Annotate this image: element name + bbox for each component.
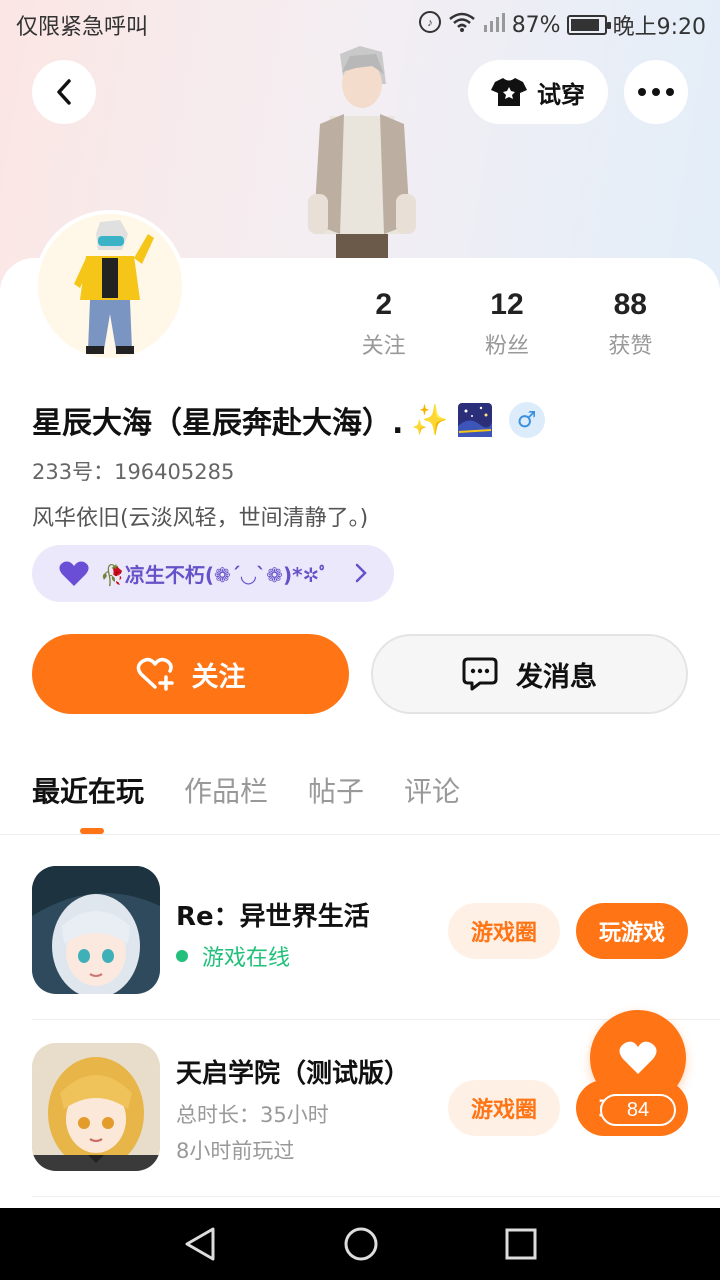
play-game-button[interactable]: 玩游戏 <box>576 903 688 959</box>
game-total-time: 总时长：35小时 <box>176 1103 329 1127</box>
online-dot-icon <box>176 950 188 962</box>
purple-heart-icon <box>59 561 89 586</box>
online-status-text: 游戏在线 <box>202 946 291 971</box>
tab-comments[interactable]: 评论 <box>404 770 460 810</box>
follow-label: 关注 <box>191 661 246 693</box>
stat-followers[interactable]: 12 粉丝 <box>445 288 568 360</box>
try-on-label: 试穿 <box>537 80 585 109</box>
divider <box>0 834 720 835</box>
more-dots-icon <box>638 88 674 96</box>
nav-back-icon[interactable] <box>183 1226 217 1262</box>
battery-icon <box>566 15 611 35</box>
game-circle-button[interactable]: 游戏圈 <box>448 1080 560 1136</box>
starry-night-icon <box>457 403 492 437</box>
stat-likes[interactable]: 88 获赞 <box>569 288 692 360</box>
profile-tabs: 最近在玩 作品栏 帖子 评论 <box>32 770 460 810</box>
heart-plus-icon <box>136 657 174 691</box>
stat-following[interactable]: 2 关注 <box>322 288 445 360</box>
tab-works[interactable]: 作品栏 <box>184 770 268 810</box>
more-options-button[interactable] <box>624 60 688 124</box>
wifi-icon <box>448 11 476 39</box>
stat-label: 关注 <box>361 334 406 359</box>
tshirt-icon <box>491 78 527 106</box>
club-badge[interactable]: 🥀凉生不朽(❁´◡`❁)*✲ﾟ <box>32 545 394 602</box>
emergency-calls-text: 仅限紧急呼叫 <box>16 15 149 40</box>
svg-text:♪: ♪ <box>427 17 433 29</box>
status-right: ♪ 87% 晚上9:20 <box>418 9 706 41</box>
user-bio: 风华依旧(云淡风轻，世间清静了。) <box>32 506 369 531</box>
tab-recently-played[interactable]: 最近在玩 <box>32 770 144 810</box>
back-button[interactable] <box>32 60 96 124</box>
sparkles-emoji: ✨ <box>411 402 449 438</box>
game-icon-tianqi-academy <box>32 1043 160 1171</box>
stat-label: 获赞 <box>608 334 653 359</box>
send-message-button[interactable]: 发消息 <box>371 634 688 714</box>
chat-bubble-icon <box>462 657 498 691</box>
stat-label: 粉丝 <box>484 334 529 359</box>
nav-recents-icon[interactable] <box>505 1228 537 1260</box>
signal-icon <box>482 11 506 39</box>
game-icon-re-zero <box>32 866 160 994</box>
username: 星辰大海（星辰奔赴大海）. ✨ ♂ <box>32 398 545 442</box>
data-saver-icon: ♪ <box>418 10 442 40</box>
like-count: 84 <box>600 1094 676 1126</box>
chevron-right-icon <box>355 563 367 583</box>
game-title: Re：异世界生活 <box>176 902 370 932</box>
game-title: 天启学院（测试版） <box>176 1059 411 1089</box>
like-button[interactable] <box>590 1010 686 1106</box>
club-name: 🥀凉生不朽(❁´◡`❁)*✲ﾟ <box>100 563 330 587</box>
stat-value: 88 <box>613 288 647 321</box>
game-online-status: 游戏在线 <box>176 940 290 972</box>
clock: 晚上9:20 <box>612 15 706 40</box>
game-circle-button[interactable]: 游戏圈 <box>448 903 560 959</box>
tab-posts[interactable]: 帖子 <box>308 770 364 810</box>
list-item[interactable]: Re：异世界生活 游戏在线 游戏圈 玩游戏 <box>32 866 688 996</box>
follow-button[interactable]: 关注 <box>32 634 349 714</box>
stat-value: 2 <box>375 288 392 321</box>
user-id[interactable]: 233号：196405285 <box>32 456 234 486</box>
send-message-label: 发消息 <box>516 661 597 693</box>
profile-stats: 2 关注 12 粉丝 88 获赞 <box>322 288 692 360</box>
battery-percent: 87% <box>511 12 561 38</box>
nav-home-icon[interactable] <box>343 1226 379 1262</box>
system-nav-bar <box>0 1208 720 1280</box>
dressed-character-figure <box>300 44 424 260</box>
try-on-button[interactable]: 试穿 <box>468 60 608 124</box>
username-text: 星辰大海（星辰奔赴大海）. <box>32 406 404 441</box>
stat-value: 12 <box>490 288 524 321</box>
chevron-left-icon <box>57 79 71 105</box>
divider <box>32 1196 720 1197</box>
male-gender-icon: ♂ <box>508 402 545 438</box>
heart-icon <box>619 1041 657 1074</box>
game-last-played: 8小时前玩过 <box>176 1139 295 1163</box>
avatar[interactable] <box>34 210 186 362</box>
status-bar: 仅限紧急呼叫 ♪ 87% 晚上9:20 <box>0 0 720 50</box>
